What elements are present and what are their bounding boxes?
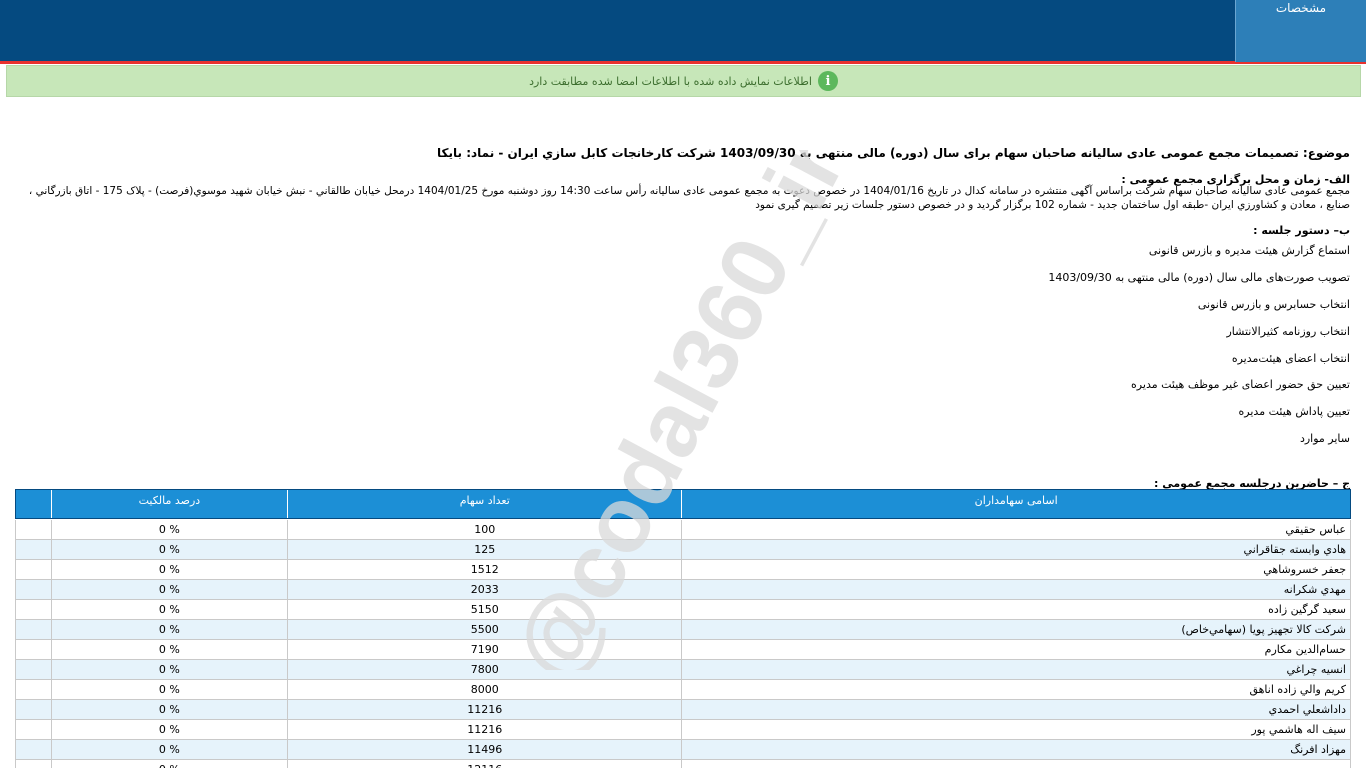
agenda-item: تعیین پاداش هیئت مدیره [1238,405,1350,418]
shareholder-name: سعید گرگین زاده [681,599,1351,620]
share-count: 11496 [287,739,683,760]
document-subject: موضوع: تصمیمات مجمع عمومی عادی سالیانه ص… [437,146,1350,160]
table-header-row: اسامی سهامداران تعداد سهام درصد مالکیت [15,489,1351,520]
header-share-count: تعداد سهام [287,489,683,520]
shareholder-name [681,759,1351,768]
row-cell-empty [15,699,52,720]
top-header-bar [0,0,1366,62]
ownership-percent: 0 % [50,619,289,640]
share-count: 5150 [287,599,683,620]
table-row: سیف اله هاشمي پور 11216 0 % [15,719,1351,740]
share-count: 5500 [287,619,683,640]
agenda-item: تعیین حق حضور اعضای غیر موظف هیئت مدیره [1131,378,1350,391]
agenda-item: انتخاب حسابرس و بازرس قانونی [1197,298,1350,311]
row-cell-empty [15,619,52,640]
shareholder-name: داداشعلي احمدي [681,699,1351,720]
table-row: عباس حقیقي 100 0 % [15,519,1351,540]
shareholder-name: حسام‌الدین مکارم [681,639,1351,660]
shareholder-name: مهزاد افرنگ [681,739,1351,760]
row-cell-empty [15,559,52,580]
agenda-item: سایر موارد [1299,432,1350,445]
shareholder-name: جعفر خسروشاهي [681,559,1351,580]
ownership-percent: 0 % [50,559,289,580]
share-count: 8000 [287,679,683,700]
table-row: هادي وابسته جقاقراني 125 0 % [15,539,1351,560]
table-row: شرکت کالا تجهیز پویا (سهامي‌خاص) 5500 0 % [15,619,1351,640]
row-cell-empty [15,539,52,560]
table-row: حسام‌الدین مکارم 7190 0 % [15,639,1351,660]
share-count: 7800 [287,659,683,680]
shareholder-name: مهدي شکرانه [681,579,1351,600]
row-cell-empty [15,579,52,600]
agenda-item: انتخاب روزنامه کثیرالانتشار [1226,325,1350,338]
notice-text: اطلاعات نمایش داده شده با اطلاعات امضا ش… [529,74,812,88]
shareholder-name: عباس حقیقي [681,519,1351,540]
ownership-percent: 0 % [50,599,289,620]
ownership-percent: 0 % [50,539,289,560]
ownership-percent: 0 % [50,659,289,680]
table-row: انسیه چراغي 7800 0 % [15,659,1351,680]
table-row: سعید گرگین زاده 5150 0 % [15,599,1351,620]
share-count: 100 [287,519,683,540]
share-count: 125 [287,539,683,560]
header-shareholder-names: اسامی سهامداران [681,489,1351,520]
header-ownership-percent: درصد مالکیت [50,489,289,520]
table-row: 121160 % [15,759,1351,768]
table-row: کریم والي زاده اناهق 8000 0 % [15,679,1351,700]
share-count: 7190 [287,639,683,660]
ownership-percent: 0 % [50,759,289,768]
header-accent-line [0,61,1366,64]
shareholders-table: اسامی سهامداران تعداد سهام درصد مالکیت ع… [15,489,1351,768]
share-count: 11216 [287,699,683,720]
share-count: 11216 [287,719,683,740]
row-cell-empty [15,659,52,680]
tab-specifications[interactable]: مشخصات [1235,0,1366,62]
table-row: داداشعلي احمدي 11216 0 % [15,699,1351,720]
verification-notice: i اطلاعات نمایش داده شده با اطلاعات امضا… [6,65,1361,97]
share-count: 12116 [287,759,683,768]
row-cell-empty [15,599,52,620]
section-b-title: ب– دستور جلسه : [1253,224,1350,237]
section-a-text: مجمع عمومی عادی سالیانه صاحبان سهام شرکت… [28,185,1350,211]
ownership-percent: 0 % [50,579,289,600]
share-count: 2033 [287,579,683,600]
shareholder-name: سیف اله هاشمي پور [681,719,1351,740]
table-row: مهدي شکرانه 2033 0 % [15,579,1351,600]
row-cell-empty [15,759,52,768]
ownership-percent: 0 % [50,519,289,540]
table-row: جعفر خسروشاهي 1512 0 % [15,559,1351,580]
shareholder-name: کریم والي زاده اناهق [681,679,1351,700]
row-cell-empty [15,519,52,540]
shareholder-name: انسیه چراغي [681,659,1351,680]
ownership-percent: 0 % [50,699,289,720]
info-icon: i [817,71,838,91]
row-cell-empty [15,739,52,760]
table-row: مهزاد افرنگ 11496 0 % [15,739,1351,760]
agenda-item: استماع گزارش هیئت مدیره و بازرس قانونی [1148,244,1350,257]
header-empty [15,489,52,520]
row-cell-empty [15,719,52,740]
share-count: 1512 [287,559,683,580]
row-cell-empty [15,679,52,700]
ownership-percent: 0 % [50,639,289,660]
ownership-percent: 0 % [50,739,289,760]
agenda-item: انتخاب اعضای هیئت‌مدیره [1231,352,1350,365]
agenda-item: تصویب صورت‌های مالی سال (دوره) مالی منته… [1048,271,1350,284]
shareholder-name: شرکت کالا تجهیز پویا (سهامي‌خاص) [681,619,1351,640]
row-cell-empty [15,639,52,660]
ownership-percent: 0 % [50,719,289,740]
shareholder-name: هادي وابسته جقاقراني [681,539,1351,560]
ownership-percent: 0 % [50,679,289,700]
